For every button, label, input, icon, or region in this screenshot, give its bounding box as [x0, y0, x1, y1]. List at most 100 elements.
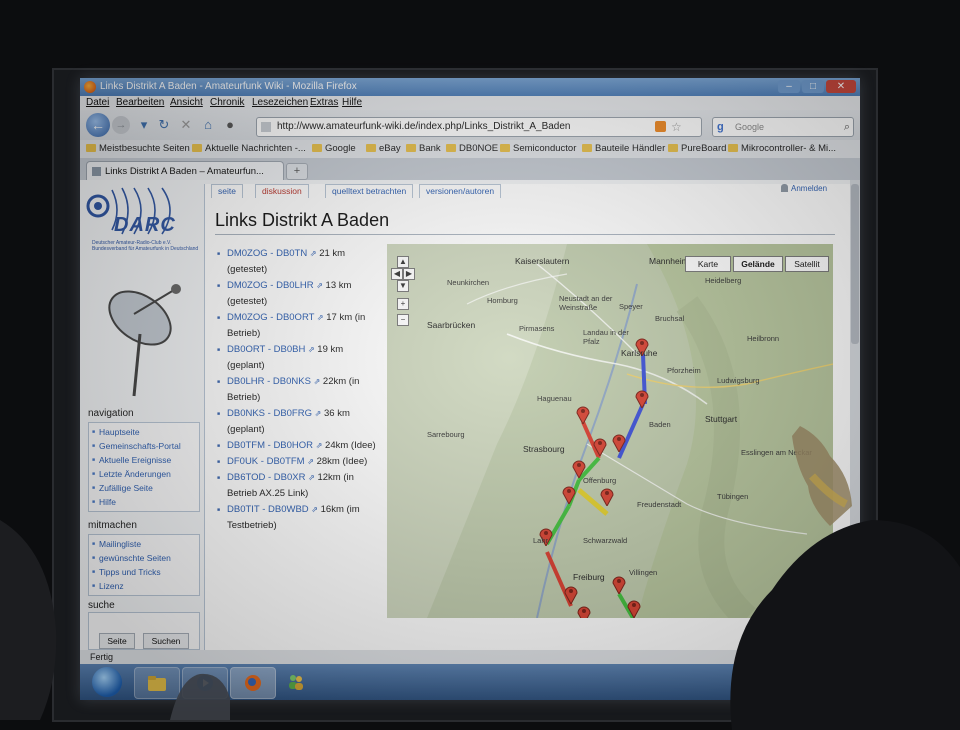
nav-aktuelle-ereignisse[interactable]: Aktuelle Ereignisse — [89, 453, 199, 467]
map-place-label: Heilbronn — [747, 334, 780, 343]
map-marker-icon[interactable] — [627, 598, 641, 618]
forward-button[interactable]: → — [112, 116, 130, 134]
pan-down-icon[interactable]: ▼ — [397, 280, 409, 292]
map-place-label: Stuttgart — [705, 414, 738, 424]
link-item[interactable]: DB6TOD - DB0XR — [227, 472, 305, 483]
search-button[interactable]: Suchen — [143, 633, 189, 649]
nav-zufaellige-seite[interactable]: Zufällige Seite — [89, 481, 199, 495]
search-icon[interactable]: ⌕ — [844, 118, 850, 136]
pan-right-icon[interactable]: ▶ — [403, 268, 415, 280]
link-item[interactable]: DM0ZOG - DB0LHR — [227, 280, 314, 291]
go-button[interactable]: Seite — [99, 633, 135, 649]
bookmark-db0noe[interactable]: DB0NOE — [446, 140, 498, 158]
map-marker-icon[interactable] — [593, 436, 607, 456]
address-bar[interactable]: http://www.amateurfunk-wiki.de/index.php… — [256, 117, 702, 137]
tab-diskussion[interactable]: diskussion — [255, 184, 309, 198]
map-type-gelaende[interactable]: Gelände — [733, 256, 783, 272]
map-marker-icon[interactable] — [600, 486, 614, 506]
menu-bearbeiten[interactable]: Bearbeiten — [116, 96, 164, 110]
map-marker-icon[interactable] — [612, 432, 626, 452]
map-marker-icon[interactable] — [577, 604, 591, 618]
rss-feed-icon[interactable] — [655, 121, 666, 132]
darc-logo[interactable]: DARC Deutscher Amateur-Radio-Club e.V. B… — [86, 186, 198, 264]
link-item[interactable]: DB0ORT - DB0BH — [227, 344, 305, 355]
menu-extras[interactable]: Extras — [310, 96, 338, 110]
link-item[interactable]: DB0NKS - DB0FRG — [227, 408, 312, 419]
login-link[interactable]: Anmelden — [781, 184, 827, 193]
link-item[interactable]: DB0TFM - DB0HOR — [227, 440, 313, 451]
history-dropdown-icon[interactable]: ▾ — [136, 117, 152, 133]
tab-links-distrikt[interactable]: Links Distrikt A Baden – Amateurfun... — [86, 161, 284, 181]
external-link-icon: ⇗ — [309, 249, 317, 258]
bookmark-semiconductor[interactable]: Semiconductor — [500, 140, 576, 158]
start-button[interactable] — [92, 667, 122, 697]
bookmark-mikrocontroller[interactable]: Mikrocontroller- & Mi... — [728, 140, 836, 158]
stop-icon[interactable]: ✕ — [178, 117, 194, 133]
menu-chronik[interactable]: Chronik — [210, 96, 244, 110]
bookmark-bauteile[interactable]: Bauteile Händler — [582, 140, 665, 158]
bookmark-bank[interactable]: Bank — [406, 140, 441, 158]
link-item[interactable]: DB0TIT - DB0WBD — [227, 504, 309, 515]
audience-silhouette — [0, 520, 57, 720]
bookmark-nachrichten[interactable]: Aktuelle Nachrichten -... — [192, 140, 306, 158]
nav-mailingliste[interactable]: Mailingliste — [89, 537, 199, 551]
window-titlebar[interactable]: Links Distrikt A Baden - Amateurfunk Wik… — [80, 78, 860, 96]
google-engine-icon[interactable]: g — [717, 118, 724, 136]
nav-gemeinschafts-portal[interactable]: Gemeinschafts-Portal — [89, 439, 199, 453]
tab-versionen[interactable]: versionen/autoren — [419, 184, 502, 198]
nav-lizenz[interactable]: Lizenz — [89, 579, 199, 593]
list-item: DB0TIT - DB0WBD ⇗ 16km (im Testbetrieb) — [215, 502, 381, 534]
maximize-button[interactable]: □ — [802, 80, 824, 93]
addon-icon[interactable]: ● — [222, 117, 238, 133]
taskbar-firefox[interactable] — [230, 667, 276, 699]
map-marker-icon[interactable] — [635, 388, 649, 408]
link-item[interactable]: DM0ZOG - DB0TN — [227, 248, 307, 259]
map-marker-icon[interactable] — [612, 574, 626, 594]
map-marker-icon[interactable] — [564, 584, 578, 604]
menu-datei[interactable]: Datei — [86, 96, 109, 110]
map-marker-icon[interactable] — [576, 404, 590, 424]
nav-hilfe[interactable]: Hilfe — [89, 495, 199, 509]
map-marker-icon[interactable] — [562, 484, 576, 504]
menu-ansicht[interactable]: Ansicht — [170, 96, 203, 110]
link-item[interactable]: DB0LHR - DB0NKS — [227, 376, 311, 387]
minimize-button[interactable]: – — [778, 80, 800, 93]
link-item[interactable]: DM0ZOG - DB0ORT — [227, 312, 314, 323]
map-marker-icon[interactable] — [572, 458, 586, 478]
pan-up-icon[interactable]: ▲ — [397, 256, 409, 268]
bookmark-ebay[interactable]: eBay — [366, 140, 401, 158]
tab-quelltext[interactable]: quelltext betrachten — [325, 184, 414, 198]
menu-bar: Datei Bearbeiten Ansicht Chronik Lesezei… — [80, 96, 860, 110]
nav-tipps-und-tricks[interactable]: Tipps und Tricks — [89, 565, 199, 579]
nav-letzte-aenderungen[interactable]: Letzte Änderungen — [89, 467, 199, 481]
zoom-out-icon[interactable]: − — [397, 314, 409, 326]
bookmark-pureboard[interactable]: PureBoard — [668, 140, 726, 158]
scrollbar-thumb[interactable] — [851, 184, 859, 344]
taskbar-users[interactable] — [286, 672, 306, 692]
nav-gewuenschte-seiten[interactable]: gewünschte Seiten — [89, 551, 199, 565]
menu-lesezeichen[interactable]: Lesezeichen — [252, 96, 308, 110]
tab-seite[interactable]: seite — [211, 184, 243, 198]
home-icon[interactable]: ⌂ — [200, 117, 216, 133]
menu-hilfe[interactable]: Hilfe — [342, 96, 362, 110]
map-place-label: Neustadt an der Weinstraße — [559, 294, 613, 312]
bookmark-google[interactable]: Google — [312, 140, 356, 158]
link-item[interactable]: DF0UK - DB0TFM — [227, 456, 305, 467]
bookmark-meistbesuchte[interactable]: Meistbesuchte Seiten — [86, 140, 190, 158]
tab-favicon — [92, 167, 101, 176]
map-place-label: Mannheim — [649, 256, 689, 266]
back-button[interactable]: ← — [86, 113, 110, 137]
mitmachen-heading: mitmachen — [88, 520, 137, 531]
pan-left-icon[interactable]: ◀ — [391, 268, 403, 280]
mitmachen-portlet: Mailingliste gewünschte Seiten Tipps und… — [88, 534, 200, 596]
map-type-satellit[interactable]: Satellit — [785, 256, 829, 272]
bookmark-star-icon[interactable]: ☆ — [671, 118, 682, 136]
close-button[interactable]: ✕ — [826, 80, 856, 93]
zoom-in-icon[interactable]: + — [397, 298, 409, 310]
search-bar[interactable]: g Google ⌕ — [712, 117, 854, 137]
new-tab-button[interactable]: + — [286, 163, 308, 180]
map-type-karte[interactable]: Karte — [685, 256, 731, 272]
reload-icon[interactable]: ↻ — [156, 117, 172, 133]
nav-hauptseite[interactable]: Hauptseite — [89, 425, 199, 439]
map-place-label: Villingen — [629, 568, 658, 577]
